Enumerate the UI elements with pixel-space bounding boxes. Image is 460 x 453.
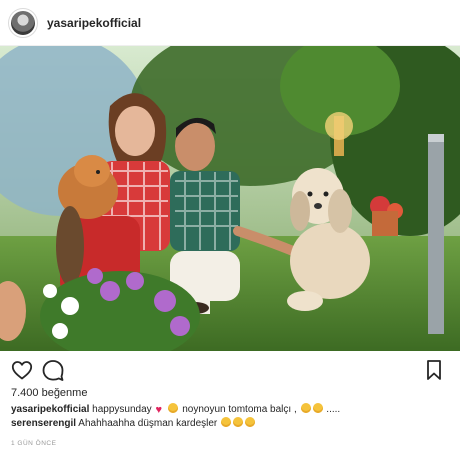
comment-text: noynoyun tomtoma balçı , xyxy=(182,404,297,415)
likes-count[interactable]: 7.400 beğenme xyxy=(11,387,87,399)
comment-username[interactable]: yasaripekofficial xyxy=(11,404,89,415)
heart-outline-icon[interactable] xyxy=(10,358,34,382)
profile-avatar-icon xyxy=(11,10,35,35)
avatar[interactable] xyxy=(8,7,38,38)
couple-with-dogs-photo-icon xyxy=(0,46,460,351)
laughing-face-emoji-icon xyxy=(233,417,244,427)
red-heart-emoji-icon: ♥ xyxy=(155,404,162,416)
laughing-face-emoji-icon xyxy=(221,417,232,427)
comment-text: happysunday xyxy=(92,404,152,415)
post-username[interactable]: yasaripekofficial xyxy=(47,16,141,30)
instagram-post: yasaripekofficial 7.400 beğenme yasaripe… xyxy=(0,0,460,453)
grinning-face-emoji-icon xyxy=(300,403,311,413)
laughing-face-emoji-icon xyxy=(245,417,256,427)
post-header: yasaripekofficial xyxy=(0,0,460,46)
winking-face-emoji-icon xyxy=(312,403,323,413)
comment-text: ..... xyxy=(326,404,341,415)
post-actions xyxy=(0,356,460,384)
comment-username[interactable]: serenserengil xyxy=(11,418,76,429)
post-timestamp[interactable]: 1 GÜN ÖNCE xyxy=(11,440,56,447)
speech-bubble-icon[interactable] xyxy=(41,358,65,382)
bookmark-icon[interactable] xyxy=(422,358,446,382)
smiling-face-emoji-icon xyxy=(168,403,179,413)
comment-text: Ahahhaahha düşman kardeşler xyxy=(78,418,218,429)
caption-comment: yasaripekofficial happysunday ♥ noynoyun… xyxy=(11,403,451,417)
post-photo[interactable] xyxy=(0,46,460,351)
comments: yasaripekofficial happysunday ♥ noynoyun… xyxy=(11,403,451,431)
reply-comment: serenserengil Ahahhaahha düşman kardeşle… xyxy=(11,417,451,431)
